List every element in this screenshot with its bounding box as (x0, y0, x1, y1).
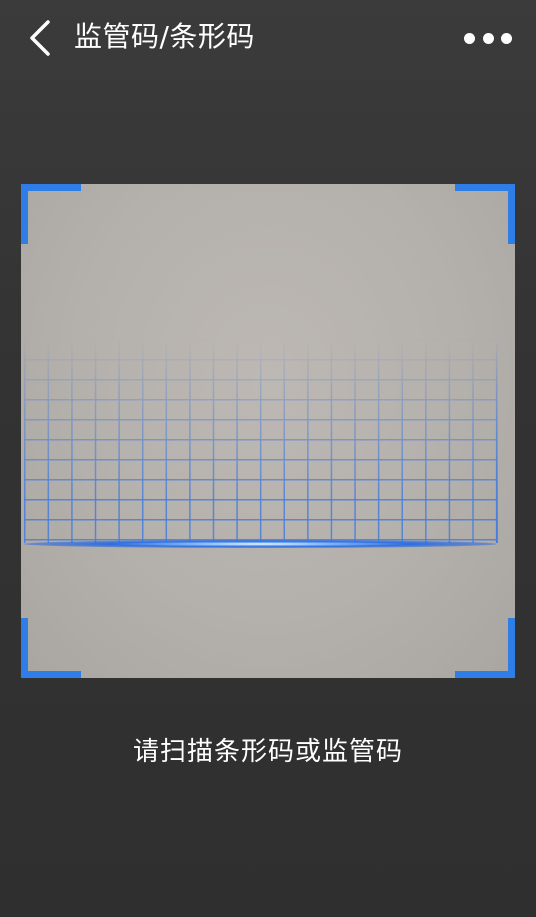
viewfinder-corner-bottom-left (21, 618, 81, 678)
more-horizontal-icon (464, 32, 475, 44)
scan-grid-edge (496, 339, 498, 543)
chevron-left-icon (30, 20, 50, 56)
scan-grid (24, 339, 497, 543)
scanner-screen: 监管码/条形码 请扫描条形码或监管码 (0, 0, 536, 917)
viewfinder-corner-bottom-right (455, 618, 515, 678)
viewfinder-corner-top-left (21, 184, 81, 244)
scan-hint-text: 请扫描条形码或监管码 (132, 737, 403, 767)
more-button[interactable] (464, 24, 512, 52)
more-horizontal-icon-dot (501, 32, 512, 44)
scan-line (24, 540, 497, 548)
top-bar: 监管码/条形码 (0, 0, 536, 76)
scan-viewfinder (21, 184, 515, 678)
more-horizontal-icon-dot (482, 32, 494, 44)
viewfinder-corner-top-right (455, 184, 515, 244)
page-title: 监管码/条形码 (74, 20, 255, 53)
back-button[interactable] (22, 18, 58, 58)
